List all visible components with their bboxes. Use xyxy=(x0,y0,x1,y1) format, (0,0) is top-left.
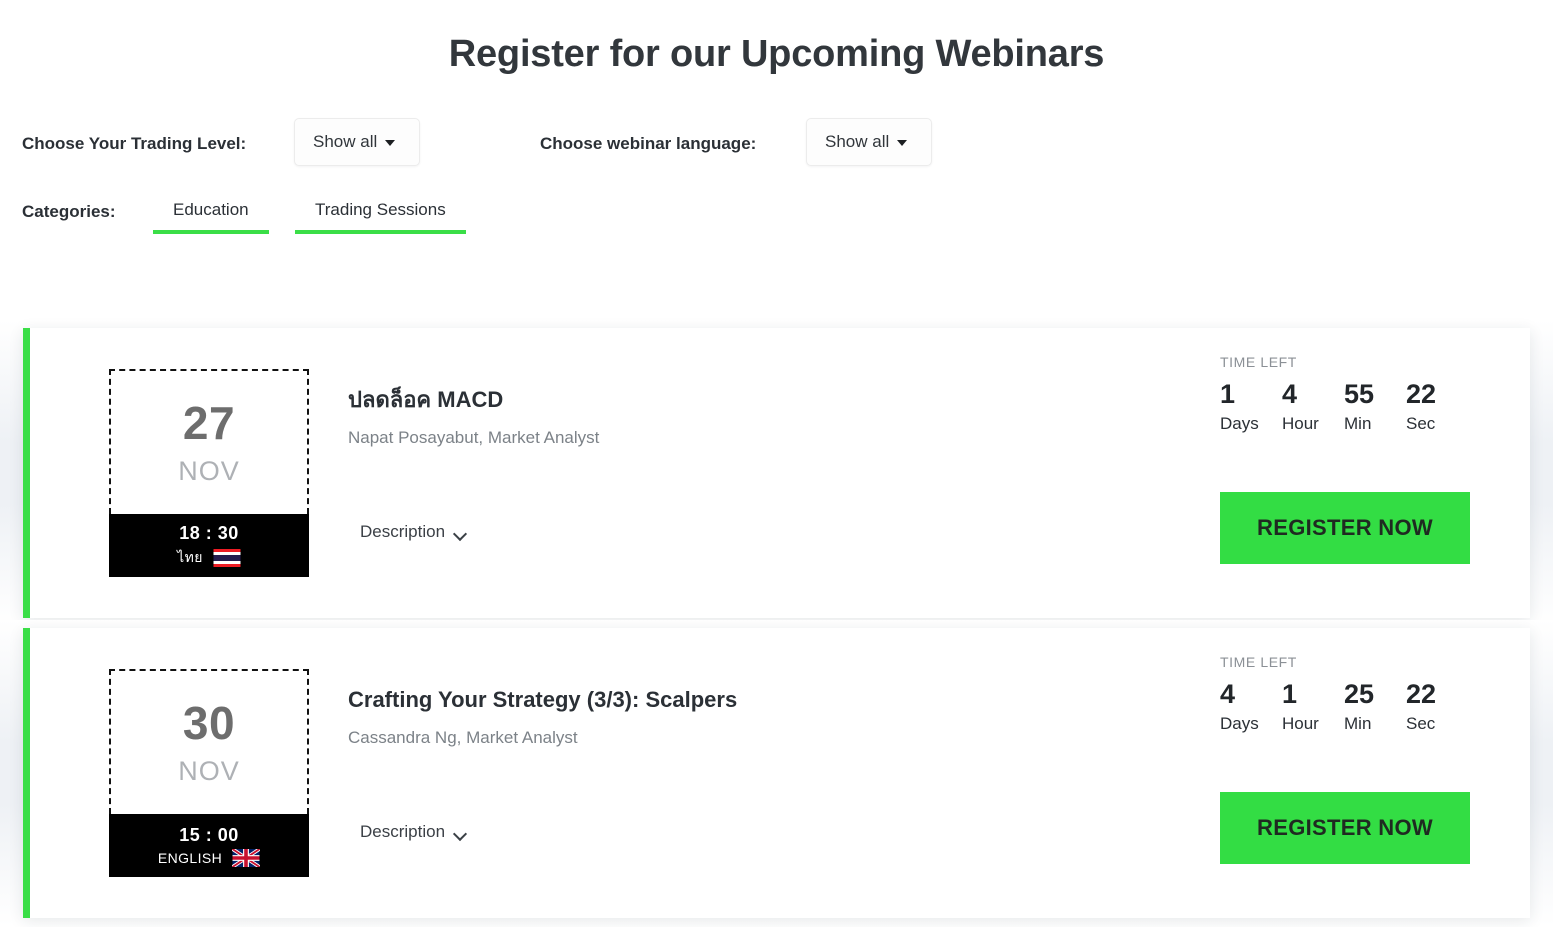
flag-uk-icon xyxy=(231,847,261,868)
date-month: NOV xyxy=(178,456,240,486)
register-now-button[interactable]: REGISTER NOW xyxy=(1220,792,1470,864)
description-toggle[interactable]: Description xyxy=(360,822,466,842)
countdown-days-label: Days xyxy=(1220,714,1259,734)
date-top: 30 NOV xyxy=(109,669,309,814)
date-time-language-bar: 18 : 30 ไทย xyxy=(109,514,309,577)
date-day: 27 xyxy=(182,397,236,449)
webinar-card-wrapper: 27 NOV 18 : 30 ไทย ปลดล็อค MACD Napat Po… xyxy=(0,320,1553,626)
webinar-time: 18 : 30 xyxy=(179,522,239,543)
filters-section: Choose Your Trading Level: Show all Choo… xyxy=(0,112,1553,176)
categories-label: Categories: xyxy=(22,202,116,221)
webinar-language: ไทย xyxy=(177,548,203,565)
countdown-days: 4 Days xyxy=(1220,678,1282,734)
webinar-language-value: Show all xyxy=(825,132,890,151)
countdown: TIME LEFT 1 Days 4 Hour 55 Min 22 Sec xyxy=(1220,354,1500,434)
description-label: Description xyxy=(360,822,446,841)
webinar-title: Crafting Your Strategy (3/3): Scalpers xyxy=(348,687,738,712)
trading-level-dropdown[interactable]: Show all xyxy=(294,118,420,166)
chevron-down-icon xyxy=(897,140,908,146)
countdown-min-value: 55 xyxy=(1344,379,1375,409)
filter-row: Choose Your Trading Level: Show all Choo… xyxy=(0,112,1553,176)
date-top: 27 NOV xyxy=(109,369,309,514)
countdown-days-value: 1 xyxy=(1220,379,1236,409)
chevron-down-icon xyxy=(455,529,466,536)
countdown-hour-label: Hour xyxy=(1282,714,1319,734)
countdown-sec-label: Sec xyxy=(1406,714,1436,734)
countdown-sec: 22 Sec xyxy=(1406,678,1468,734)
webinar-date-box: 27 NOV 18 : 30 ไทย xyxy=(109,369,309,577)
webinar-date-box: 30 NOV 15 : 00 ENGLISH xyxy=(109,669,309,877)
countdown-min: 55 Min xyxy=(1344,378,1406,434)
page-title: Register for our Upcoming Webinars xyxy=(448,33,1105,76)
webinar-info: Crafting Your Strategy (3/3): Scalpers C… xyxy=(348,686,1198,748)
chevron-down-icon xyxy=(385,140,396,146)
countdown-sec-value: 22 xyxy=(1406,379,1437,409)
webinar-card: 30 NOV 15 : 00 ENGLISH Crafting Your Str… xyxy=(23,628,1530,918)
webinar-language-row: ENGLISH xyxy=(157,847,261,868)
countdown-hour-value: 4 xyxy=(1282,379,1298,409)
countdown-units: 4 Days 1 Hour 25 Min 22 Sec xyxy=(1220,678,1470,734)
countdown-days: 1 Days xyxy=(1220,378,1282,434)
webinar-language-row: ไทย xyxy=(177,547,241,569)
countdown-hour: 4 Hour xyxy=(1282,378,1344,434)
date-month: NOV xyxy=(178,756,240,786)
countdown-min-label: Min xyxy=(1344,414,1372,434)
register-now-button[interactable]: REGISTER NOW xyxy=(1220,492,1470,564)
description-toggle[interactable]: Description xyxy=(360,522,466,542)
countdown-min: 25 Min xyxy=(1344,678,1406,734)
webinar-speaker: Napat Posayabut, Market Analyst xyxy=(348,427,600,447)
countdown-days-label: Days xyxy=(1220,414,1259,434)
webinar-language-label: Choose webinar language: xyxy=(540,134,757,153)
webinar-registration-page: Register for our Upcoming Webinars Choos… xyxy=(0,0,1553,927)
trading-level-label: Choose Your Trading Level: xyxy=(22,134,247,153)
tab-education[interactable]: Education xyxy=(153,196,269,234)
date-day: 30 xyxy=(182,697,236,749)
webinar-title: ปลดล็อค MACD xyxy=(348,387,504,412)
tab-trading-sessions[interactable]: Trading Sessions xyxy=(295,196,466,234)
countdown-days-value: 4 xyxy=(1220,679,1236,709)
webinar-language: ENGLISH xyxy=(157,849,223,866)
flag-thailand-icon xyxy=(213,548,241,567)
webinar-card-wrapper: 30 NOV 15 : 00 ENGLISH Crafting Your Str… xyxy=(0,620,1553,926)
webinar-info: ปลดล็อค MACD Napat Posayabut, Market Ana… xyxy=(348,386,1198,448)
countdown: TIME LEFT 4 Days 1 Hour 25 Min 22 Sec xyxy=(1220,654,1500,734)
countdown-hour: 1 Hour xyxy=(1282,678,1344,734)
countdown-sec-value: 22 xyxy=(1406,679,1437,709)
chevron-down-icon xyxy=(455,829,466,836)
countdown-sec: 22 Sec xyxy=(1406,378,1468,434)
webinar-list: 27 NOV 18 : 30 ไทย ปลดล็อค MACD Napat Po… xyxy=(0,320,1553,926)
trading-level-value: Show all xyxy=(313,132,378,151)
countdown-hour-value: 1 xyxy=(1282,679,1298,709)
time-left-label: TIME LEFT xyxy=(1220,654,1297,670)
time-left-label: TIME LEFT xyxy=(1220,354,1297,370)
countdown-hour-label: Hour xyxy=(1282,414,1319,434)
categories-section: Categories: Education Trading Sessions xyxy=(0,192,1553,256)
date-time-language-bar: 15 : 00 ENGLISH xyxy=(109,814,309,877)
webinar-language-dropdown[interactable]: Show all xyxy=(806,118,932,166)
countdown-units: 1 Days 4 Hour 55 Min 22 Sec xyxy=(1220,378,1470,434)
webinar-time: 15 : 00 xyxy=(179,824,239,845)
countdown-min-value: 25 xyxy=(1344,679,1375,709)
countdown-min-label: Min xyxy=(1344,714,1372,734)
countdown-sec-label: Sec xyxy=(1406,414,1436,434)
webinar-card: 27 NOV 18 : 30 ไทย ปลดล็อค MACD Napat Po… xyxy=(23,328,1530,618)
description-label: Description xyxy=(360,522,446,541)
webinar-speaker: Cassandra Ng, Market Analyst xyxy=(348,727,578,747)
